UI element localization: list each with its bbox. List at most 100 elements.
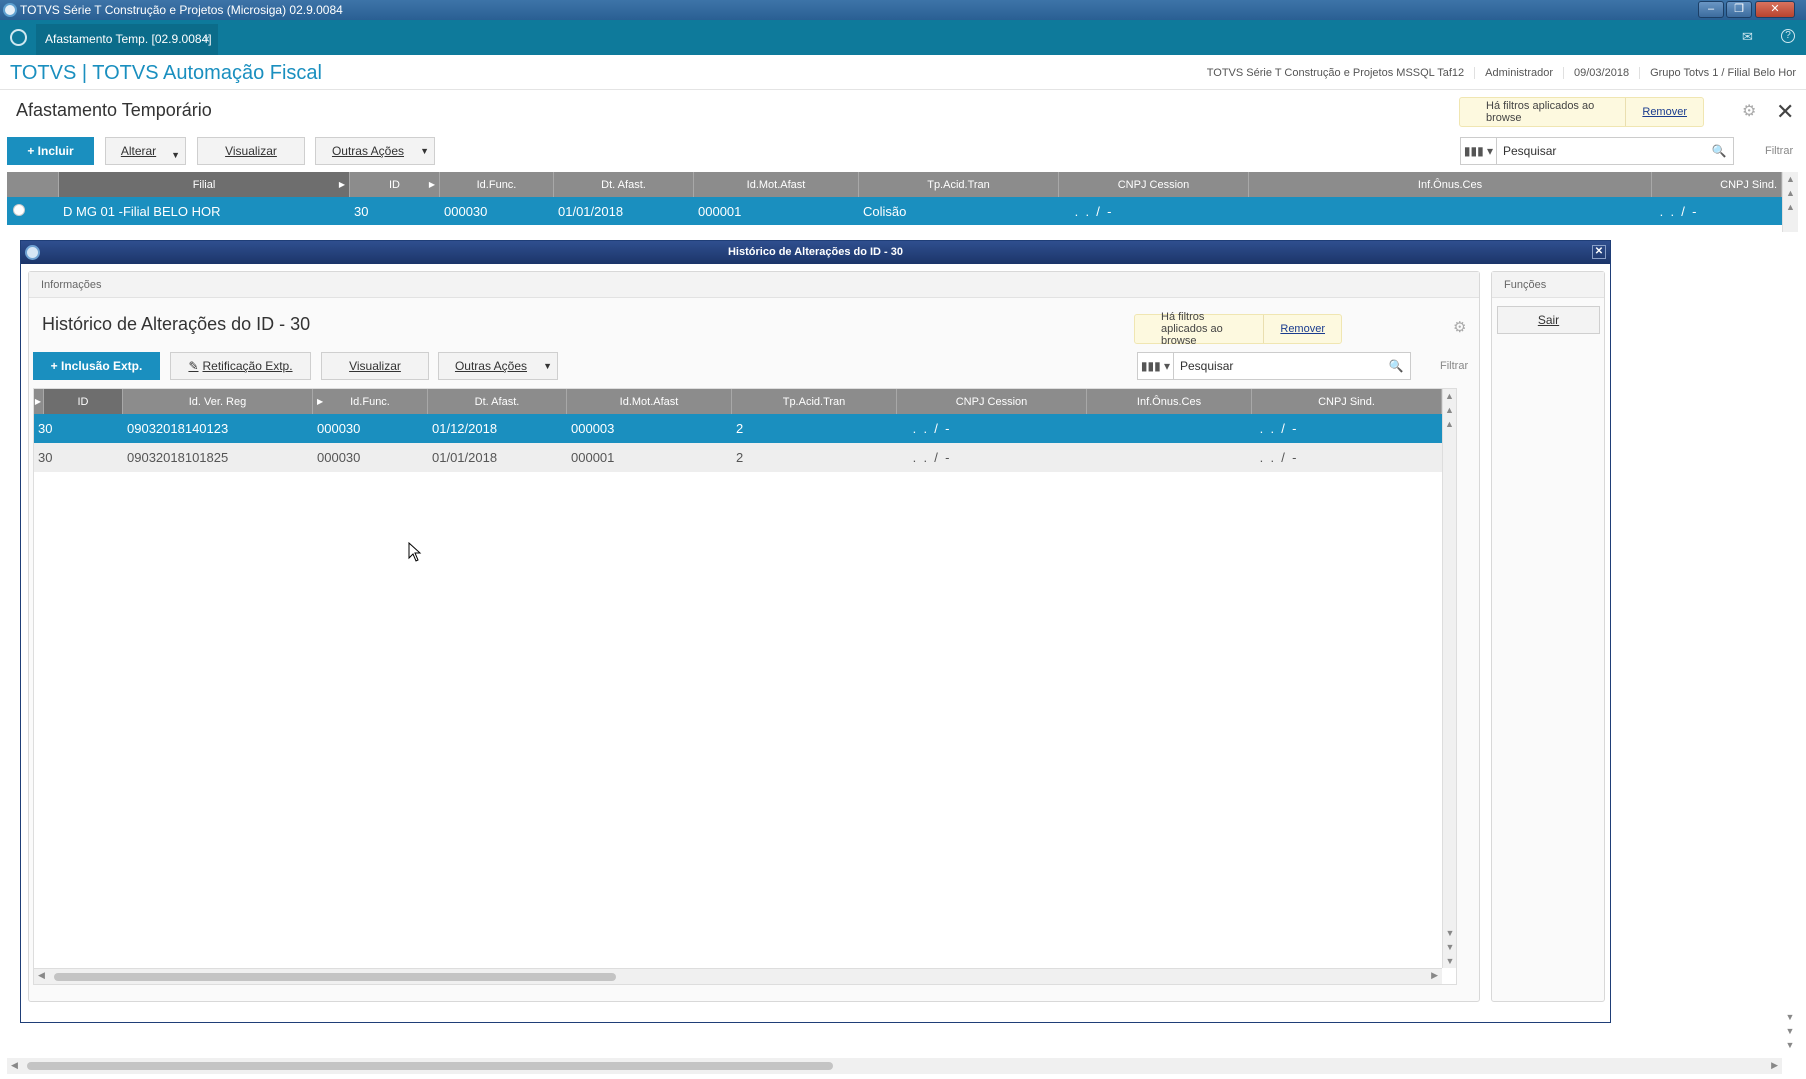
dialog-search-input[interactable]: Pesquisar [1174, 359, 1382, 373]
page-vscroll[interactable]: ▼ ▼ ▼ [1782, 1010, 1798, 1070]
dialog-outras-acoes-button[interactable]: Outras Ações ▼ [438, 352, 558, 380]
column-header-tpacid[interactable]: Tp.Acid.Tran [732, 389, 897, 414]
column-label: Dt. Afast. [474, 395, 520, 408]
alterar-label: Alterar [120, 144, 157, 158]
column-header-tpacid[interactable]: Tp.Acid.Tran [859, 172, 1059, 197]
outras-acoes-button[interactable]: Outras Ações ▼ [315, 137, 435, 165]
table-row[interactable]: 30 09032018140123 000030 01/12/2018 0000… [34, 414, 1442, 443]
tab-close-icon[interactable]: × [203, 24, 210, 55]
dialog-grid-hscroll[interactable]: ◀ ▶ [34, 968, 1442, 984]
dialog-settings-gear-icon[interactable]: ⚙ [1453, 318, 1466, 336]
scroll-left-icon[interactable]: ◀ [11, 1060, 18, 1071]
filtrar-link[interactable]: Filtrar [1765, 145, 1793, 157]
column-header-id[interactable]: ID ▶ [350, 172, 440, 197]
scroll-right-icon[interactable]: ▶ [1771, 1060, 1778, 1071]
scroll-up-icon[interactable]: ▲ [1443, 417, 1456, 431]
column-header-cnpjsind[interactable]: CNPJ Sind. [1652, 172, 1782, 197]
column-header-infonus[interactable]: Inf.Ônus.Ces [1087, 389, 1252, 414]
sort-arrow-icon: ▶ [428, 180, 435, 189]
tab-afastamento[interactable]: Afastamento Temp. [02.9.0084] × [36, 24, 218, 55]
column-label: Inf.Ônus.Ces [1417, 178, 1483, 191]
table-row[interactable]: D MG 01 -Filial BELO HOR 30 000030 01/01… [7, 197, 1782, 225]
page-hscroll[interactable]: ◀ ▶ [7, 1058, 1782, 1074]
column-label: Id. Ver. Reg [188, 395, 247, 408]
columns-icon[interactable]: ▮▮▮ ▾ [1138, 353, 1174, 379]
scroll-down-icon[interactable]: ▼ [1782, 1010, 1798, 1024]
scroll-right-icon[interactable]: ▶ [1431, 970, 1438, 981]
scroll-down-icon[interactable]: ▼ [1443, 926, 1457, 940]
visualizar-button[interactable]: Visualizar [197, 137, 305, 165]
chevron-down-icon[interactable]: ▼ [171, 150, 180, 160]
column-header-id[interactable]: ID [44, 389, 123, 414]
remove-filter-link[interactable]: Remover [1263, 315, 1341, 343]
main-grid-vscroll[interactable]: ▲ ▲ ▲ [1782, 172, 1798, 232]
retificacao-label: Retificação Extp. [202, 359, 293, 373]
scroll-up-icon[interactable]: ▲ [1443, 403, 1456, 417]
scroll-bottom-icon[interactable]: ▼ [1443, 954, 1457, 968]
dialog-visualizar-button[interactable]: Visualizar [321, 352, 429, 380]
chevron-down-icon[interactable]: ▼ [543, 361, 552, 371]
cell-dtafast: 01/01/2018 [558, 203, 624, 219]
column-header-idfunc[interactable]: ▶ Id.Func. [313, 389, 428, 414]
scroll-down-icon[interactable]: ▼ [1782, 1024, 1798, 1038]
close-page-icon[interactable]: ✕ [1776, 99, 1794, 125]
scroll-top-icon[interactable]: ▲ [1783, 172, 1798, 186]
dialog-filtrar-link[interactable]: Filtrar [1440, 360, 1468, 372]
settings-gear-icon[interactable]: ⚙ [1742, 101, 1756, 121]
columns-icon[interactable]: ▮▮▮ ▾ [1461, 138, 1497, 164]
search-box[interactable]: ▮▮▮ ▾ Pesquisar 🔍 [1460, 137, 1734, 165]
sair-button[interactable]: Sair [1497, 306, 1600, 334]
hscroll-thumb[interactable] [27, 1062, 833, 1070]
brand-title: TOTVS | TOTVS Automação Fiscal [10, 62, 322, 84]
search-input[interactable]: Pesquisar [1497, 144, 1705, 158]
row-radio[interactable] [7, 203, 59, 219]
retificacao-extp-button[interactable]: ✎ Retificação Extp. [170, 352, 311, 380]
column-header-verreg[interactable]: Id. Ver. Reg [123, 389, 313, 414]
sort-arrow-icon: ▶ [317, 397, 324, 406]
close-window-button[interactable]: ✕ [1755, 1, 1795, 18]
cell-cnpjsind: . . / - [1256, 421, 1297, 436]
scroll-down-icon[interactable]: ▼ [1443, 940, 1457, 954]
minimize-button[interactable]: ‒ [1698, 1, 1724, 18]
dialog-search-box[interactable]: ▮▮▮ ▾ Pesquisar 🔍 [1137, 352, 1411, 380]
cell-idfunc: 000030 [317, 421, 361, 436]
inclusao-extp-button[interactable]: + Inclusão Extp. [33, 352, 160, 380]
scroll-up-icon[interactable]: ▲ [1783, 186, 1798, 200]
chevron-down-icon[interactable]: ▼ [420, 146, 429, 156]
search-icon[interactable]: 🔍 [1705, 144, 1733, 158]
column-header-idmot[interactable]: Id.Mot.Afast [694, 172, 859, 197]
cell-cnpjcess: . . / - [909, 450, 950, 465]
mail-icon[interactable]: ✉ [1742, 29, 1753, 45]
column-header-dtafast[interactable]: Dt. Afast. [554, 172, 694, 197]
column-header-cnpjsind[interactable]: CNPJ Sind. [1252, 389, 1442, 414]
cell-id: 30 [38, 450, 53, 465]
column-header-infonus[interactable]: Inf.Ônus.Ces [1249, 172, 1652, 197]
alterar-button[interactable]: Alterar ▼ [105, 137, 186, 165]
column-header-idmot[interactable]: Id.Mot.Afast [567, 389, 732, 414]
column-header-cnpjcess[interactable]: CNPJ Cession [1059, 172, 1249, 197]
help-icon[interactable]: ? [1781, 29, 1795, 43]
home-icon[interactable] [10, 29, 27, 46]
search-icon[interactable]: 🔍 [1382, 359, 1410, 373]
scroll-up-icon[interactable]: ▲ [1783, 200, 1798, 214]
table-row[interactable]: 30 09032018101825 000030 01/01/2018 0000… [34, 443, 1442, 472]
column-header-idfunc[interactable]: Id.Func. [440, 172, 554, 197]
scroll-bottom-icon[interactable]: ▼ [1782, 1038, 1798, 1052]
column-header-filial[interactable]: Filial ▶ [59, 172, 350, 197]
cell-dtafast: 01/12/2018 [432, 421, 498, 436]
cell-idmot: 000001 [698, 203, 742, 219]
scroll-left-icon[interactable]: ◀ [38, 970, 45, 981]
dialog-grid-vscroll[interactable]: ▲ ▲ ▲ ▼ ▼ ▼ [1442, 389, 1456, 968]
dialog-heading: Histórico de Alterações do ID - 30 [42, 314, 311, 334]
scroll-top-icon[interactable]: ▲ [1443, 389, 1456, 403]
dialog-app-icon [25, 245, 40, 260]
hscroll-thumb[interactable] [54, 973, 616, 981]
incluir-button[interactable]: + Incluir [7, 137, 94, 165]
column-header-cnpjcess[interactable]: CNPJ Cession [897, 389, 1087, 414]
dialog-close-icon[interactable]: ✕ [1592, 245, 1606, 259]
restore-button[interactable]: ❐ [1726, 1, 1752, 18]
column-header-select: ▶ [34, 389, 44, 414]
cell-tpacid: 2 [736, 421, 744, 436]
remove-filter-link[interactable]: Remover [1625, 98, 1703, 126]
column-header-dtafast[interactable]: Dt. Afast. [428, 389, 567, 414]
